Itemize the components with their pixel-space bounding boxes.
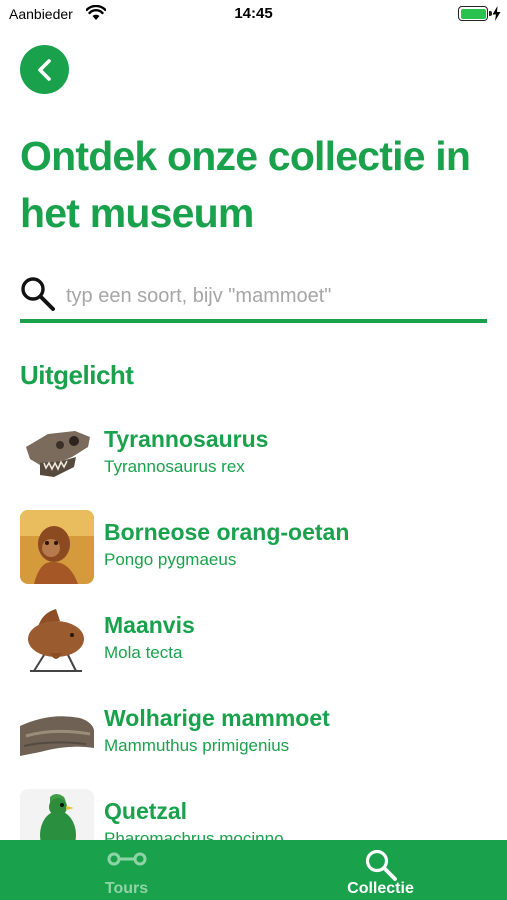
- list-item-maanvis[interactable]: Maanvis Mola tecta: [20, 603, 490, 696]
- orangutan-image: [20, 510, 94, 584]
- mammoth-tusk-image: [20, 696, 94, 770]
- battery-level: [460, 8, 486, 19]
- list-item-tyrannosaurus[interactable]: Tyrannosaurus Tyrannosaurus rex: [20, 417, 490, 510]
- species-name: Wolharige mammoet: [104, 705, 330, 731]
- battery-icon: [458, 6, 492, 21]
- tab-collectie[interactable]: Collectie: [254, 840, 507, 900]
- search-icon: [21, 277, 55, 311]
- tab-tours[interactable]: Tours: [0, 840, 253, 900]
- charging-bolt-icon: [492, 6, 501, 21]
- species-latin-name: Mola tecta: [104, 643, 183, 662]
- search-icon: [365, 849, 397, 881]
- species-name: Borneose orang-oetan: [104, 519, 350, 545]
- clock: 14:45: [234, 5, 273, 22]
- route-icon: [107, 852, 146, 866]
- t-rex-skull-image: [20, 417, 94, 491]
- search-underline: [20, 319, 487, 323]
- species-latin-name: Pongo pygmaeus: [104, 550, 237, 569]
- species-name: Maanvis: [104, 612, 195, 638]
- list-item-orang-oetan[interactable]: Borneose orang-oetan Pongo pygmaeus: [20, 510, 490, 603]
- species-latin-name: Tyrannosaurus rex: [104, 457, 245, 476]
- page-title: Ontdek onze collectie in het museum: [20, 133, 471, 236]
- species-latin-name: Mammuthus primigenius: [104, 736, 290, 755]
- section-heading-featured: Uitgelicht: [20, 360, 134, 390]
- species-name: Tyrannosaurus: [104, 426, 269, 452]
- tab-label: Collectie: [347, 880, 414, 897]
- sunfish-image: [20, 603, 94, 677]
- search-bar[interactable]: [20, 276, 487, 324]
- status-bar: Aanbieder 14:45: [0, 0, 507, 28]
- tab-bar: Tours Collectie: [0, 840, 507, 900]
- list-item-wolharige-mammoet[interactable]: Wolharige mammoet Mammuthus primigenius: [20, 696, 490, 789]
- chevron-left-icon: [37, 58, 51, 81]
- featured-list: Tyrannosaurus Tyrannosaurus rex Borneose…: [20, 417, 490, 882]
- species-name: Quetzal: [104, 798, 188, 824]
- search-input[interactable]: [66, 279, 476, 313]
- tab-label: Tours: [104, 880, 149, 897]
- back-button[interactable]: [20, 45, 69, 94]
